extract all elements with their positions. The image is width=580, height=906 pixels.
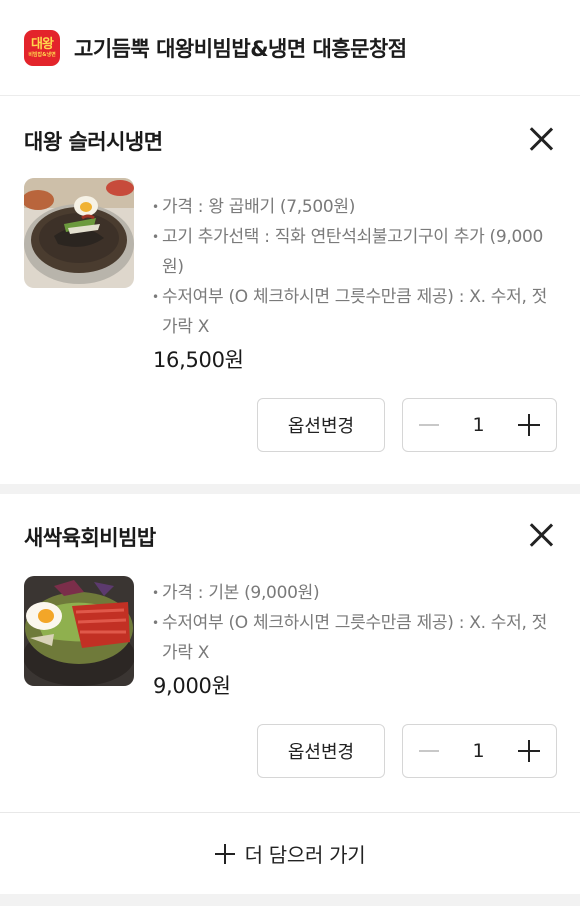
- item-name: 대왕 슬러시냉면: [24, 130, 163, 154]
- item-image-naengmyeon: [24, 178, 134, 288]
- bottom-divider: [0, 894, 580, 906]
- option-line: 수저여부 (O 체크하시면 그릇수만큼 제공) : X. 수저, 젓가락 X: [152, 608, 560, 668]
- option-line: 고기 추가선택 : 직화 연탄석쇠불고기구이 추가 (9,000원): [152, 222, 560, 282]
- logo-subtext: 비빔밥&냉면: [28, 51, 56, 58]
- cart-item: 대왕 슬러시냉면 가격 : 왕 곱배기 (7,500원) 고기 추가선택 : 직…: [0, 96, 580, 484]
- section-divider: [0, 484, 580, 494]
- item-options: 가격 : 왕 곱배기 (7,500원) 고기 추가선택 : 직화 연탄석쇠불고기…: [152, 192, 560, 342]
- close-icon[interactable]: [528, 126, 554, 152]
- change-option-button[interactable]: 옵션변경: [257, 398, 385, 452]
- item-options: 가격 : 기본 (9,000원) 수저여부 (O 체크하시면 그릇수만큼 제공)…: [152, 578, 560, 668]
- add-more-label: 더 담으러 가기: [244, 843, 366, 867]
- quantity-value: 1: [472, 414, 485, 436]
- item-price: 16,500원: [153, 348, 244, 372]
- plus-icon: [214, 843, 235, 864]
- quantity-value: 1: [472, 740, 485, 762]
- plus-icon[interactable]: [518, 414, 540, 436]
- item-price: 9,000원: [153, 674, 231, 698]
- change-option-button[interactable]: 옵션변경: [257, 724, 385, 778]
- quantity-stepper: 1: [402, 724, 557, 778]
- option-line: 가격 : 기본 (9,000원): [152, 578, 560, 608]
- option-line: 수저여부 (O 체크하시면 그릇수만큼 제공) : X. 수저, 젓가락 X: [152, 282, 560, 342]
- plus-icon[interactable]: [518, 740, 540, 762]
- close-icon[interactable]: [528, 522, 554, 548]
- logo-text: 대왕: [31, 36, 54, 52]
- store-name[interactable]: 고기듬뿍 대왕비빔밥&냉면 대흥문창점: [74, 33, 407, 63]
- minus-icon[interactable]: [419, 424, 439, 426]
- minus-icon[interactable]: [419, 750, 439, 752]
- store-logo: 대왕 비빔밥&냉면: [24, 29, 60, 66]
- add-more-button[interactable]: 더 담으러 가기: [0, 812, 580, 894]
- item-image-yukhoe-bibimbap: [24, 576, 134, 686]
- header: 대왕 비빔밥&냉면 고기듬뿍 대왕비빔밥&냉면 대흥문창점: [0, 0, 580, 96]
- quantity-stepper: 1: [402, 398, 557, 452]
- cart-item: 새싹육회비빔밥 가격 : 기본 (9,000원) 수저여부 (O 체크하시면 그…: [0, 494, 580, 822]
- option-line: 가격 : 왕 곱배기 (7,500원): [152, 192, 560, 222]
- item-name: 새싹육회비빔밥: [24, 526, 156, 550]
